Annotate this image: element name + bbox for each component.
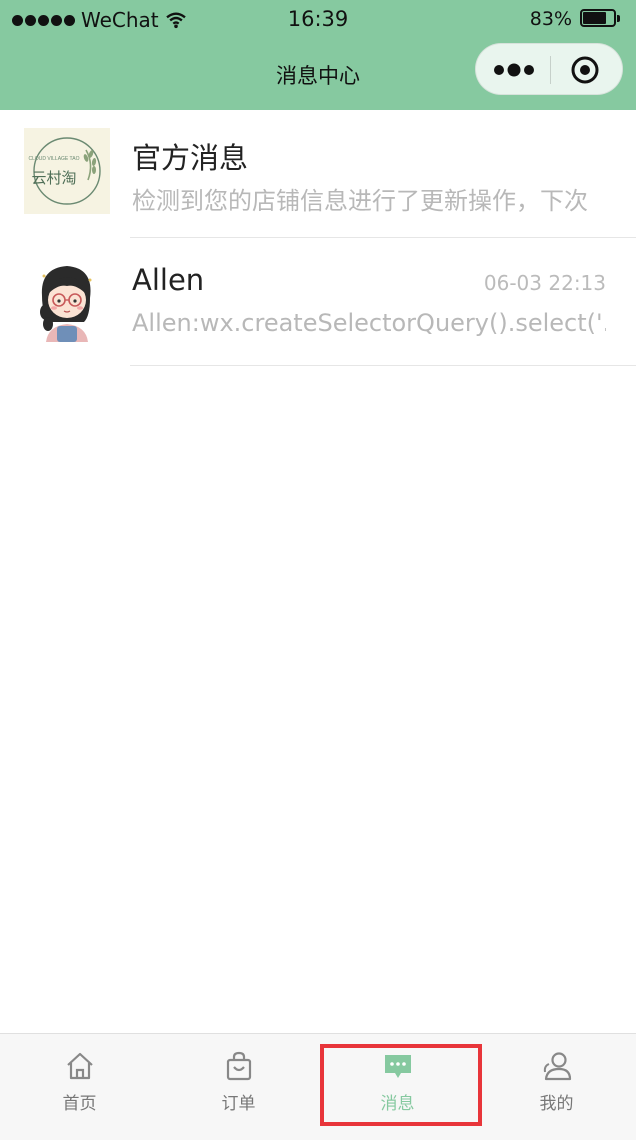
message-time: 06-03 22:13 <box>483 271 606 295</box>
capsule-divider <box>550 56 551 84</box>
bag-icon <box>226 1051 252 1081</box>
tab-me[interactable]: 我的 <box>477 1034 636 1141</box>
user-icon <box>543 1052 572 1081</box>
logo-text-en: CLOUD VILLAGE TAO <box>29 156 80 162</box>
top-bar: WeChat 16:39 83% 消息中心 <box>0 0 636 110</box>
tab-label: 订单 <box>221 1094 256 1114</box>
close-target-icon[interactable] <box>571 56 599 84</box>
message-item-allen[interactable]: Allen 06-03 22:13 Allen:wx.createSelecto… <box>0 238 636 366</box>
message-sender: 官方消息 <box>132 141 249 175</box>
home-icon <box>67 1052 93 1080</box>
tab-home[interactable]: 首页 <box>0 1034 159 1141</box>
more-dots-icon[interactable] <box>492 62 536 78</box>
message-list: CLOUD VILLAGE TAO 云村淘 官方消息 检测到您的店铺信息进行了更… <box>0 110 636 366</box>
divider <box>130 365 636 366</box>
message-sender: Allen <box>132 263 205 297</box>
battery-percent: 83% <box>529 8 572 30</box>
message-preview: 检测到您的店铺信息进行了更新操作，下次 <box>132 187 588 215</box>
message-preview: Allen:wx.createSelectorQuery().select('. <box>132 309 606 337</box>
mini-program-capsule <box>475 43 623 95</box>
message-item-official[interactable]: CLOUD VILLAGE TAO 云村淘 官方消息 检测到您的店铺信息进行了更… <box>0 110 636 238</box>
tab-label: 我的 <box>539 1094 574 1114</box>
tab-label: 首页 <box>62 1094 97 1114</box>
cloud-village-logo: CLOUD VILLAGE TAO 云村淘 <box>24 128 110 214</box>
logo-text-cn: 云村淘 <box>31 169 76 187</box>
status-bar-right: 83% <box>530 8 622 30</box>
tab-orders[interactable]: 订单 <box>159 1034 318 1141</box>
status-bar: WeChat 16:39 83% <box>0 0 636 40</box>
highlight-box <box>320 1044 482 1126</box>
girl-avatar <box>24 256 110 342</box>
battery-icon <box>580 9 622 29</box>
tab-bar: 首页 订单 消息 我的 <box>0 1033 636 1140</box>
